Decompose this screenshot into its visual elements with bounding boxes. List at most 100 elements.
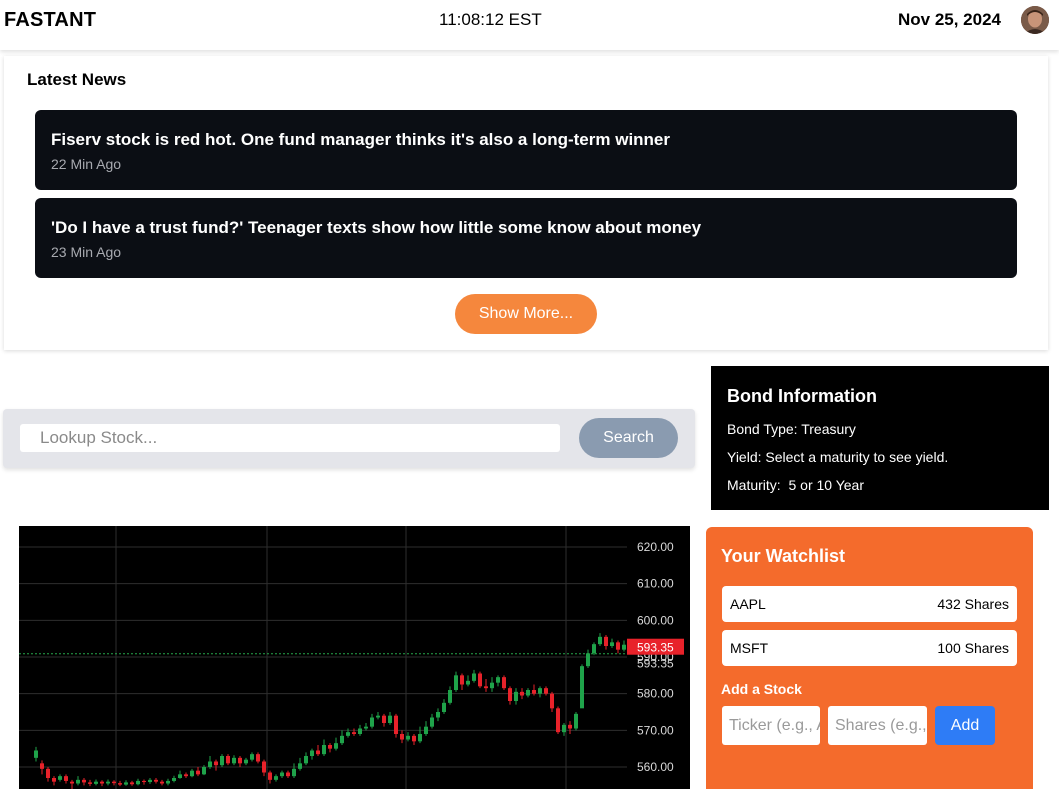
current-date: Nov 25, 2024 [897, 10, 1001, 29]
candle-body [184, 774, 188, 777]
ticker-input[interactable] [722, 706, 820, 745]
candle-body [430, 717, 434, 727]
shares-input[interactable] [828, 706, 927, 745]
candle-body [616, 642, 620, 650]
news-age: 23 Min Ago [51, 244, 122, 260]
candle-body [562, 724, 566, 733]
news-card[interactable]: Fiserv stock is red hot. One fund manage… [35, 110, 1017, 190]
watchlist-ticker: MSFT [730, 640, 769, 656]
avatar[interactable] [1021, 6, 1049, 34]
candle-body [484, 686, 488, 689]
candle-body [550, 693, 554, 709]
maturity-5-option[interactable]: 5 [788, 477, 796, 493]
candle-body [58, 776, 62, 780]
candlestick-chart[interactable]: 620.00610.00600.00590.00580.00570.00560.… [19, 526, 690, 789]
candle-body [394, 715, 398, 734]
y-tick-label: 620.00 [637, 540, 674, 554]
candle-body [388, 715, 392, 723]
candle-body [334, 743, 338, 749]
candle-body [274, 776, 278, 780]
add-stock-button[interactable]: Add [935, 706, 995, 745]
candle-body [112, 781, 116, 784]
candle-body [106, 781, 110, 784]
candle-body [226, 756, 230, 764]
search-input[interactable] [20, 424, 560, 452]
candle-body [364, 726, 368, 729]
candle-body [574, 713, 578, 729]
maturity-or: or [800, 477, 813, 493]
brand-logo[interactable]: FASTANT [4, 9, 96, 32]
candle-body [322, 745, 326, 755]
candle-body [256, 754, 260, 762]
candle-body [202, 767, 206, 775]
candle-body [448, 690, 452, 703]
candle-body [88, 782, 92, 784]
candle-body [610, 642, 614, 646]
candle-body [460, 675, 464, 685]
candle-body [76, 779, 80, 784]
candle-body [64, 776, 68, 781]
candle-body [586, 653, 590, 667]
candle-body [520, 691, 524, 696]
candle-body [466, 680, 470, 685]
maturity-10-option[interactable]: 10 [817, 477, 833, 493]
candle-body [352, 732, 356, 734]
candle-body [232, 757, 236, 764]
news-card[interactable]: 'Do I have a trust fund?' Teenager texts… [35, 198, 1017, 278]
watchlist-item[interactable]: AAPL 432 Shares [722, 586, 1017, 622]
candle-body [286, 772, 290, 777]
watchlist-item[interactable]: MSFT 100 Shares [722, 630, 1017, 666]
candle-body [214, 761, 218, 766]
candle-body [316, 750, 320, 755]
candle-body [100, 781, 104, 784]
watchlist-ticker: AAPL [730, 596, 766, 612]
news-title[interactable]: Fiserv stock is red hot. One fund manage… [51, 130, 670, 150]
candle-body [526, 690, 530, 696]
candle-body [340, 735, 344, 744]
candle-body [382, 715, 386, 723]
candle-body [622, 644, 626, 650]
y-tick-label: 560.00 [637, 760, 674, 774]
candle-body [502, 677, 506, 689]
candle-body [508, 688, 512, 701]
candle-body [118, 783, 122, 785]
candle-body [46, 768, 50, 778]
candle-body [604, 636, 608, 646]
watchlist-heading: Your Watchlist [721, 546, 846, 566]
candle-body [244, 759, 248, 764]
candle-body [262, 761, 266, 773]
news-title[interactable]: 'Do I have a trust fund?' Teenager texts… [51, 218, 701, 238]
y-tick-label: 580.00 [637, 687, 674, 701]
candle-body [268, 772, 272, 780]
bond-info-panel: Bond Information Bond Type: Treasury Yie… [711, 366, 1049, 510]
candle-body [34, 750, 38, 758]
candle-body [556, 708, 560, 733]
candle-body [238, 757, 242, 764]
candle-body [358, 728, 362, 734]
watchlist-shares: 100 Shares [937, 640, 1009, 656]
candle-body [166, 780, 170, 784]
candle-body [130, 782, 134, 785]
candle-body [250, 754, 254, 760]
candle-body [172, 778, 176, 781]
show-more-button[interactable]: Show More... [455, 294, 597, 334]
candle-body [568, 724, 572, 729]
bond-maturity: Maturity: 5 or 10 Year [727, 477, 864, 493]
candle-body [154, 779, 158, 782]
price-chart[interactable]: 620.00 610.00 600.00 590.00 580.00 570.00 560.… [19, 526, 690, 789]
bond-heading: Bond Information [727, 386, 877, 406]
candle-body [298, 763, 302, 769]
candle-body [178, 774, 182, 778]
candle-body [472, 673, 476, 681]
candle-body [94, 781, 98, 784]
bond-yield: Yield: Select a maturity to see yield. [727, 449, 949, 465]
search-button[interactable]: Search [579, 418, 678, 458]
candle-body [142, 780, 146, 783]
news-panel: Latest News Fiserv stock is red hot. One… [4, 56, 1048, 350]
maturity-unit: Year [835, 477, 865, 493]
candle-body [304, 756, 308, 764]
candle-body [124, 782, 128, 785]
news-age: 22 Min Ago [51, 156, 122, 172]
last-price-label: 593.35 [637, 641, 674, 655]
candle-body [208, 761, 212, 767]
